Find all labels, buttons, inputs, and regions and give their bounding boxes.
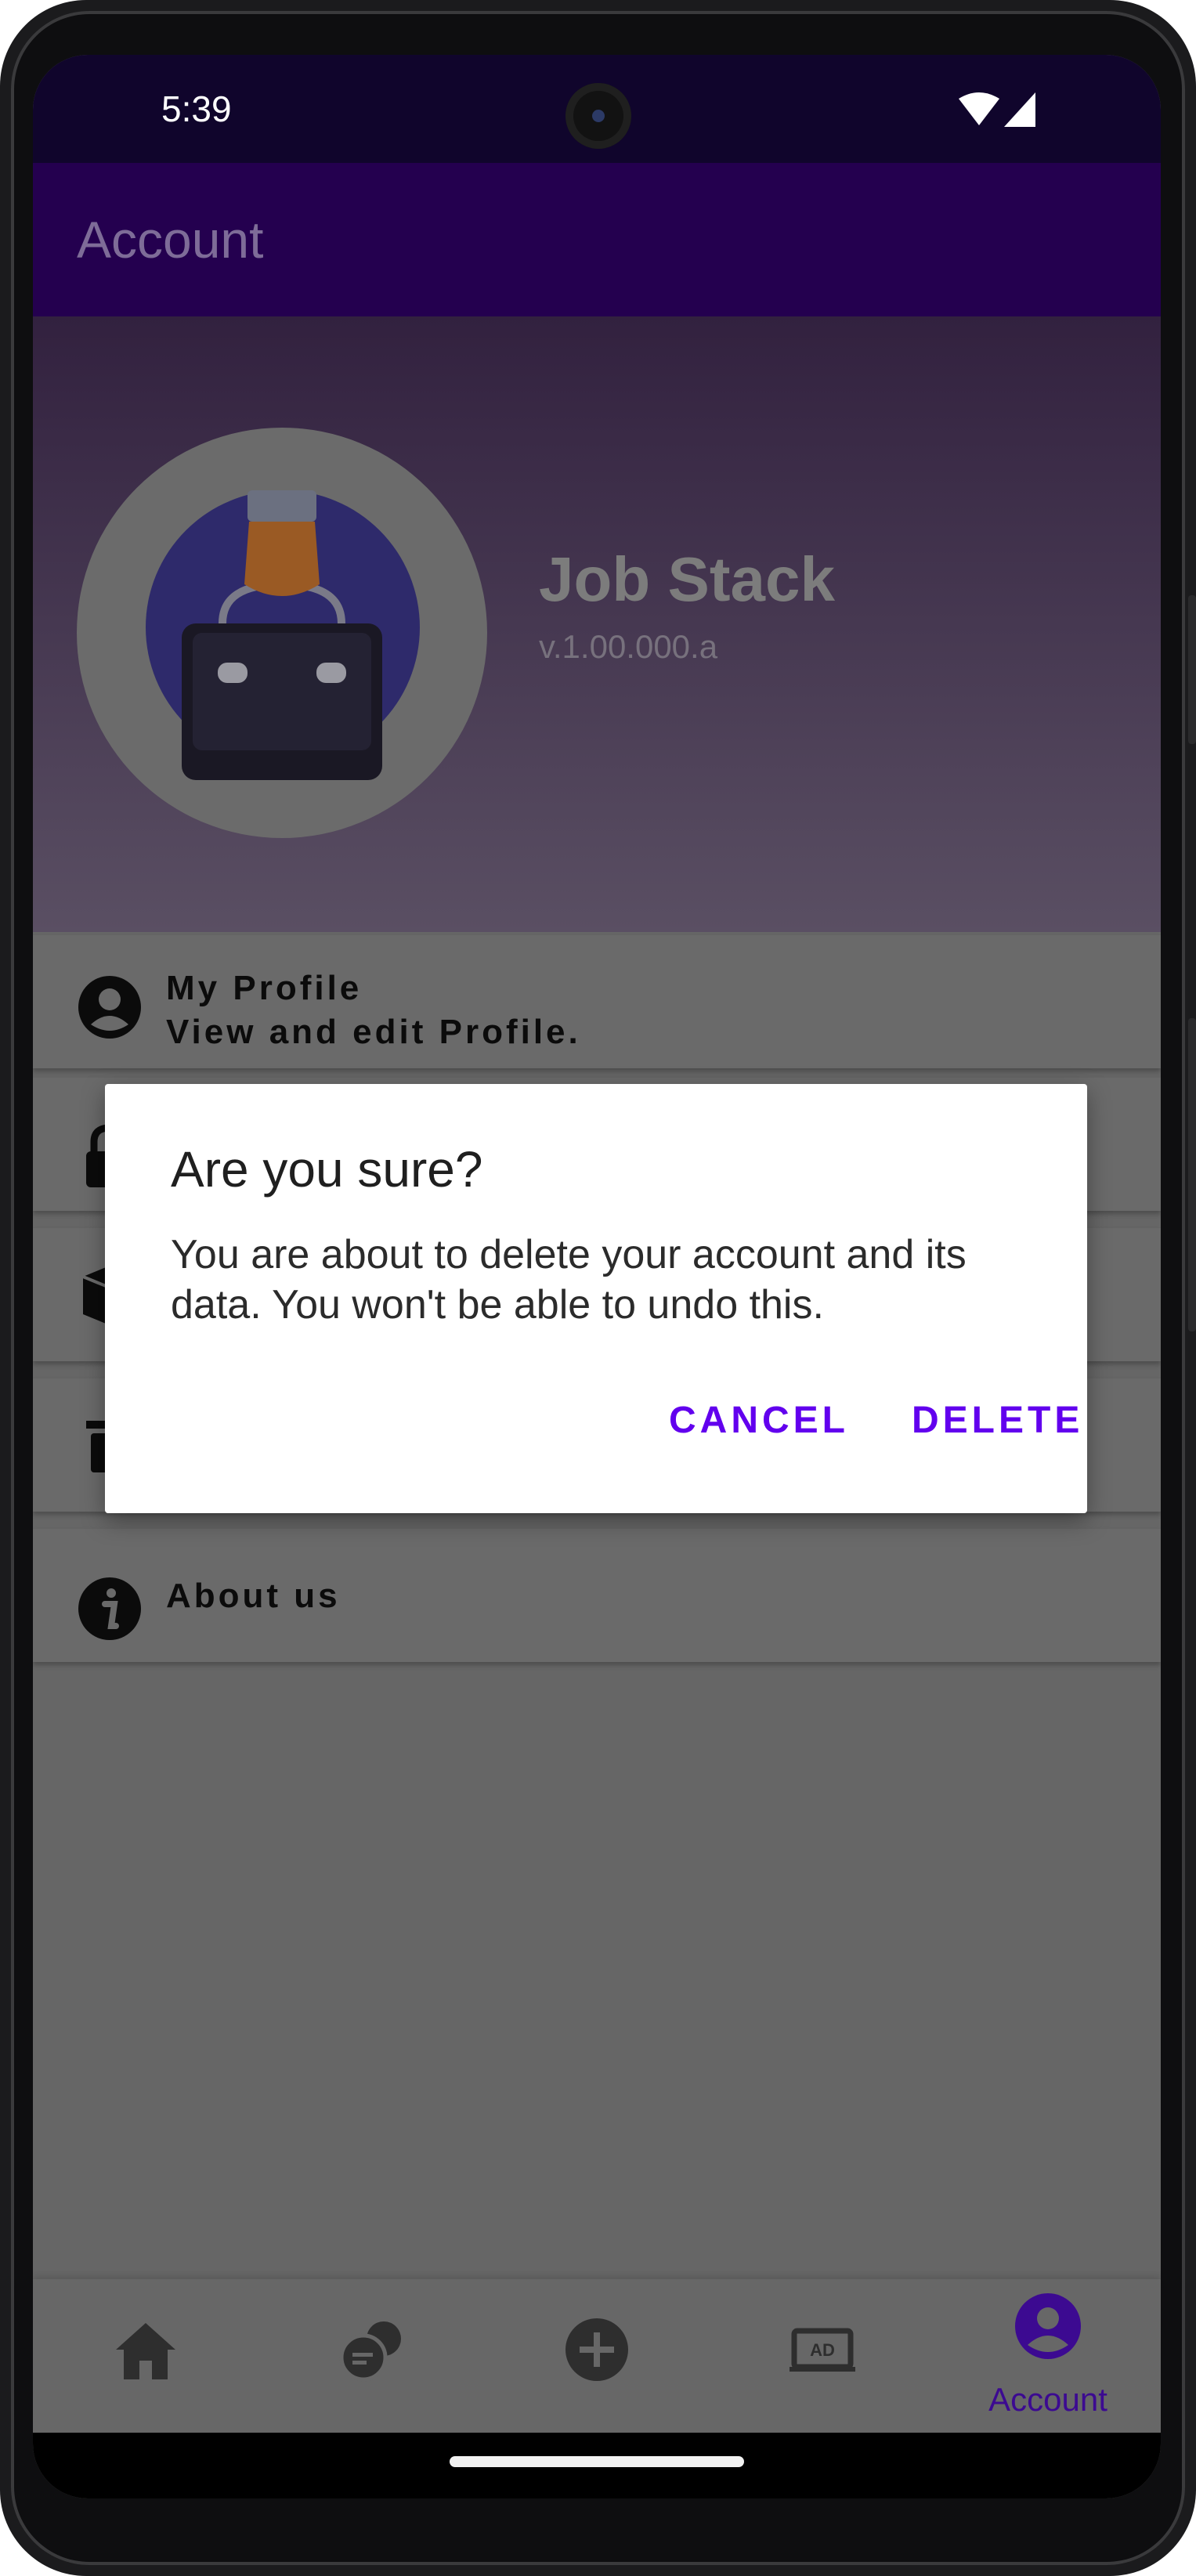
app-name: Job Stack [539,544,835,614]
dialog-message: You are about to delete your account and… [171,1232,967,1328]
bottom-navigation: AD Account [33,2279,1161,2433]
nav-item-ads[interactable]: AD [710,2279,935,2433]
screen: 5:39 Account Job Stack v.1.00.000.a My P… [33,55,1161,2498]
delete-account-dialog: Are you sure? You are about to delete yo… [105,1084,1087,1513]
gesture-handle[interactable] [450,2456,744,2467]
person-circle-icon [78,976,141,1039]
app-version: v.1.00.000.a [539,628,718,665]
signal-icon [1004,92,1035,127]
menu-item-subtitle: View and edit Profile. [166,1013,581,1051]
wifi-icon [959,92,999,125]
hand-icon [244,490,320,596]
page-title: Account [77,211,264,269]
volume-button [1188,1018,1196,1331]
account-header: Job Stack v.1.00.000.a [33,316,1161,932]
app-logo [77,428,487,838]
nav-item-home[interactable] [33,2279,258,2433]
app-bar: Account [33,163,1161,316]
nav-item-chat[interactable] [258,2279,484,2433]
account-icon [1015,2293,1081,2359]
status-icons [957,91,1043,130]
dialog-title: Are you sure? [171,1141,483,1198]
menu-item-label: My Profile [166,969,363,1007]
menu-item-label: About us [166,1577,341,1615]
phone-frame: 5:39 Account Job Stack v.1.00.000.a My P… [0,0,1196,2576]
add-circle-icon [565,2318,628,2381]
delete-button[interactable]: DELETE [912,1399,1083,1442]
info-icon [78,1577,141,1640]
briefcase-icon [182,580,382,780]
gesture-area [33,2433,1161,2498]
status-bar: 5:39 [33,55,1161,163]
front-camera [565,83,631,149]
cancel-button[interactable]: CANCEL [669,1399,849,1442]
ad-icon: AD [790,2328,855,2372]
status-time: 5:39 [161,89,232,129]
chat-icon [339,2321,401,2382]
nav-item-account-label: Account [988,2381,1107,2418]
nav-item-account[interactable]: Account [935,2279,1161,2433]
menu-item-my-profile[interactable]: My Profile View and edit Profile. [33,935,1161,1068]
svg-text:AD: AD [810,2340,835,2360]
home-icon [116,2323,175,2379]
menu-item-about-us[interactable]: About us [33,1529,1161,1662]
nav-item-add[interactable] [484,2279,710,2433]
power-button [1188,595,1196,744]
